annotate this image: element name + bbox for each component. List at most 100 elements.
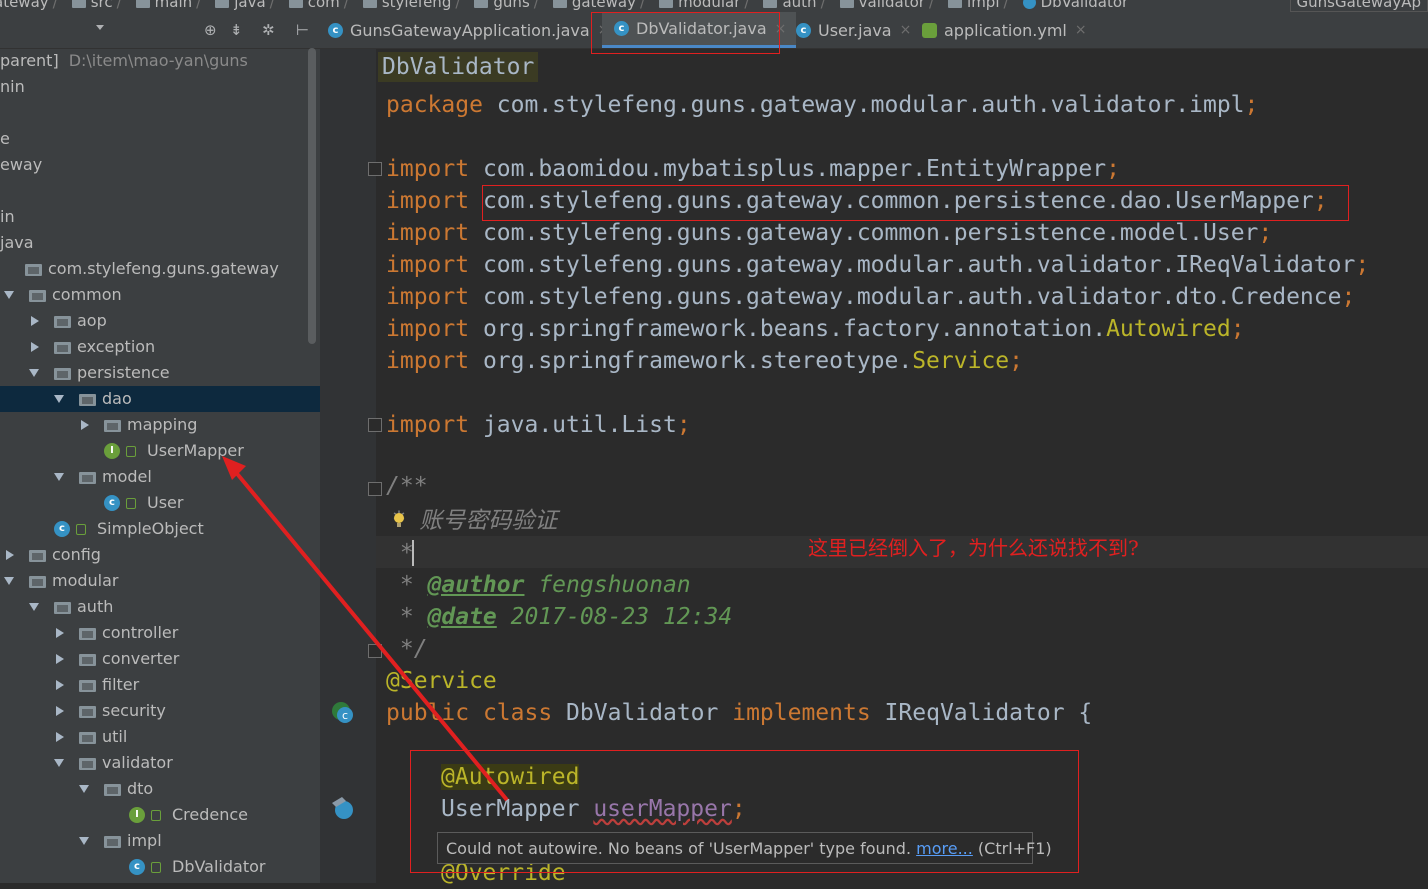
tree-node[interactable]: in (0, 204, 320, 230)
chevron-down-icon[interactable] (79, 837, 89, 845)
tree-node-label: filter (102, 672, 139, 698)
folder-icon (948, 0, 962, 8)
tree-node[interactable]: com.stylefeng.guns.gateway (0, 256, 320, 282)
tree-node[interactable]: model (0, 464, 320, 490)
tree-node[interactable]: config (0, 542, 320, 568)
chevron-down-icon[interactable] (54, 473, 64, 481)
tree-node[interactable]: impl (0, 828, 320, 854)
breadcrumb-item[interactable]: ateway/ (0, 0, 64, 11)
chevron-right-icon[interactable] (56, 680, 64, 690)
breadcrumb-item[interactable]: guns/ (474, 0, 544, 11)
breadcrumb-item[interactable]: java/ (215, 0, 281, 11)
tree-node[interactable] (0, 100, 320, 126)
fold-marker-icon[interactable] (368, 482, 382, 496)
spring-bean-icon[interactable]: c (330, 700, 356, 726)
tree-node-label: persistence (77, 360, 170, 386)
chevron-right-icon[interactable] (56, 706, 64, 716)
close-icon[interactable]: × (900, 22, 912, 38)
breadcrumb-separator: / (117, 0, 122, 11)
tree-node[interactable]: nin (0, 74, 320, 100)
chevron-right-icon[interactable] (56, 628, 64, 638)
chevron-down-icon[interactable] (29, 603, 39, 611)
more-link[interactable]: more... (916, 839, 973, 858)
tree-node[interactable]: validator (0, 750, 320, 776)
access-lock-icon (151, 810, 161, 821)
fold-marker-icon[interactable] (368, 162, 382, 176)
breadcrumb-item[interactable]: stylefeng/ (363, 0, 467, 11)
chevron-down-icon[interactable] (54, 759, 64, 767)
tree-node[interactable]: aop (0, 308, 320, 334)
collapse-all-icon[interactable]: ⇟ (230, 22, 243, 38)
chevron-down-icon[interactable] (29, 369, 39, 377)
breadcrumb-item[interactable]: modular/ (659, 0, 755, 11)
chevron-down-icon[interactable] (79, 785, 89, 793)
tab-user[interactable]: c User.java × (796, 12, 911, 48)
breadcrumb-item[interactable]: src/ (72, 0, 128, 11)
tree-node[interactable]: security (0, 698, 320, 724)
breadcrumb-separator: / (929, 0, 934, 11)
tree-node[interactable]: IUserMapper (0, 438, 320, 464)
run-config-label[interactable]: GunsGatewayAp (1290, 0, 1428, 12)
package-folder-icon (79, 394, 96, 406)
tree-node[interactable]: cSimpleObject (0, 516, 320, 542)
tree-node[interactable] (0, 178, 320, 204)
chevron-right-icon[interactable] (6, 550, 14, 560)
breadcrumb-item[interactable]: validator/ (840, 0, 940, 11)
tree-node[interactable]: cDbValidator (0, 854, 320, 880)
tree-node[interactable]: cUser (0, 490, 320, 516)
tab-guns-gateway-application[interactable]: c GunsGatewayApplication.java × (328, 12, 609, 48)
chevron-right-icon[interactable] (31, 316, 39, 326)
close-icon[interactable]: × (1075, 22, 1087, 38)
breadcrumb-item[interactable]: main/ (136, 0, 208, 11)
tree-node[interactable]: dto (0, 776, 320, 802)
locate-icon[interactable]: ⊕ (204, 22, 217, 38)
tree-node[interactable]: filter (0, 672, 320, 698)
tree-node[interactable]: controller (0, 620, 320, 646)
tree-node[interactable]: java (0, 230, 320, 256)
chevron-down-icon[interactable] (4, 291, 14, 299)
package-folder-icon (79, 472, 96, 484)
breadcrumb-item[interactable]: com/ (289, 0, 355, 11)
breadcrumb-separator: / (455, 0, 460, 11)
tree-node[interactable]: common (0, 282, 320, 308)
tree-node[interactable]: persistence (0, 360, 320, 386)
chevron-right-icon[interactable] (31, 342, 39, 352)
autowired-injection-icon[interactable] (328, 793, 356, 821)
package-folder-icon (104, 420, 121, 432)
tree-node[interactable]: mapping (0, 412, 320, 438)
tab-application-yml[interactable]: application.yml × (922, 12, 1087, 48)
tree-node[interactable]: util (0, 724, 320, 750)
chevron-right-icon[interactable] (56, 654, 64, 664)
breadcrumb-item[interactable]: auth/ (763, 0, 831, 11)
fold-marker-icon[interactable] (368, 418, 382, 432)
tree-node-label: java (0, 230, 34, 256)
tree-node[interactable]: ICredence (0, 802, 320, 828)
class-icon: c (328, 23, 343, 38)
breadcrumb-item[interactable]: gateway/ (553, 0, 651, 11)
chevron-right-icon[interactable] (56, 732, 64, 742)
tree-node[interactable]: parent]D:\item\mao-yan\guns (0, 48, 320, 74)
lightbulb-icon[interactable] (392, 512, 406, 528)
gear-icon[interactable]: ✲ (262, 22, 275, 38)
chevron-down-icon[interactable] (4, 577, 14, 585)
tree-node[interactable]: auth (0, 594, 320, 620)
folder-icon (840, 0, 854, 8)
hide-icon[interactable]: ⊢ (296, 22, 309, 38)
chevron-down-icon[interactable] (54, 395, 64, 403)
tree-node[interactable]: exception (0, 334, 320, 360)
tree-node[interactable]: eway (0, 152, 320, 178)
scrollbar[interactable] (308, 48, 316, 344)
tree-node[interactable]: dao (0, 386, 320, 412)
breadcrumb-item[interactable]: impl/ (948, 0, 1015, 11)
breadcrumb-label: java (234, 0, 265, 11)
tree-node-label: converter (102, 646, 179, 672)
run-configuration-select[interactable]: GunsGatewayAp (1290, 0, 1428, 11)
chevron-right-icon[interactable] (81, 420, 89, 430)
tree-node[interactable]: converter (0, 646, 320, 672)
tree-node[interactable]: e (0, 126, 320, 152)
fold-marker-icon[interactable] (368, 644, 382, 658)
tree-node[interactable]: modular (0, 568, 320, 594)
access-lock-icon (76, 524, 86, 535)
chevron-down-icon[interactable] (96, 25, 104, 30)
breadcrumb-item[interactable]: DbValidator (1023, 0, 1129, 11)
